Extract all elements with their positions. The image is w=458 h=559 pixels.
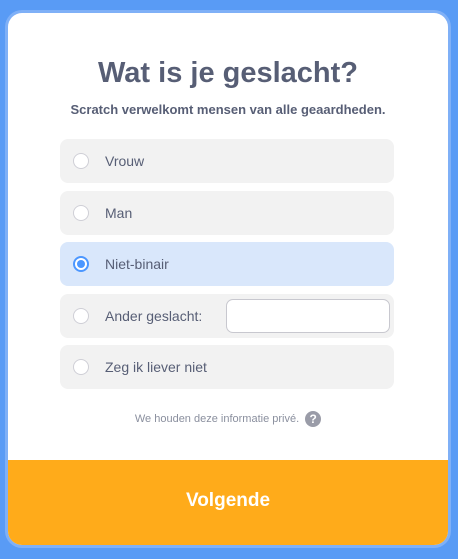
privacy-text: We houden deze informatie privé. <box>134 412 300 425</box>
option-label: Zeg ik liever niet <box>105 359 207 375</box>
option-label: Niet-binair <box>105 256 169 272</box>
radio-button-selected[interactable] <box>73 256 89 272</box>
option-zeg-ik-liever-niet[interactable]: Zeg ik liever niet <box>60 345 394 389</box>
help-icon[interactable]: ? <box>305 411 322 427</box>
option-label: Man <box>105 204 133 221</box>
gender-options: Vrouw Man Niet-binair Ander geslacht: Ze… <box>60 139 394 397</box>
radio-button[interactable] <box>73 153 89 169</box>
option-vrouw[interactable]: Vrouw <box>60 139 394 183</box>
page-background: Wat is je geslacht? Scratch verwelkomt m… <box>0 0 458 559</box>
gender-dialog: Wat is je geslacht? Scratch verwelkomt m… <box>8 13 448 545</box>
privacy-note: We houden deze informatie privé.? <box>8 411 448 427</box>
option-niet-binair[interactable]: Niet-binair <box>60 242 394 286</box>
radio-button[interactable] <box>73 359 89 375</box>
option-label: Vrouw <box>105 153 145 169</box>
radio-button[interactable] <box>73 204 89 221</box>
option-man[interactable]: Man <box>60 190 394 235</box>
dialog-title: Wat is je geslacht? <box>98 57 358 89</box>
next-button[interactable]: Volgende <box>8 460 448 545</box>
option-ander-geslacht[interactable]: Ander geslacht: <box>60 293 394 338</box>
dialog-subtitle: Scratch verwelkomt mensen van alle geaar… <box>70 102 386 117</box>
radio-button[interactable] <box>73 307 89 324</box>
other-gender-input[interactable] <box>226 298 390 333</box>
option-label: Ander geslacht: <box>105 307 203 324</box>
